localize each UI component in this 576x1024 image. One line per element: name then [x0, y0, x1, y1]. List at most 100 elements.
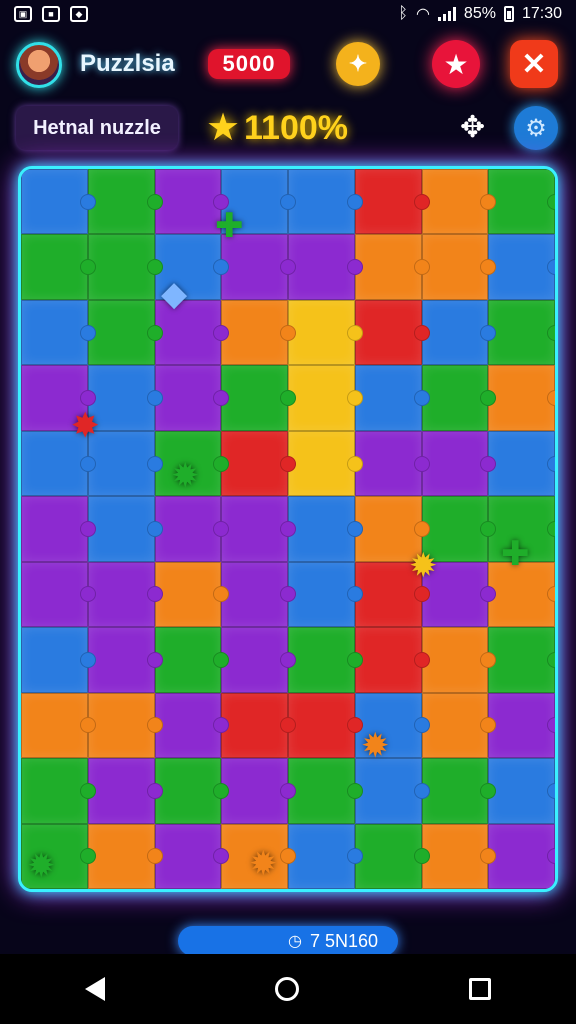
puzzle-piece[interactable]	[87, 169, 163, 235]
puzzle-piece[interactable]	[221, 430, 296, 497]
puzzle-piece[interactable]	[21, 627, 96, 693]
puzzle-piece[interactable]	[21, 496, 96, 562]
loose-puzzle-piece[interactable]: ✚	[501, 537, 530, 571]
puzzle-piece[interactable]	[154, 169, 229, 235]
puzzle-piece[interactable]	[421, 299, 496, 366]
puzzle-piece[interactable]	[87, 496, 163, 562]
lock-icon: ■	[42, 6, 60, 22]
puzzle-piece[interactable]	[421, 758, 496, 824]
puzzle-piece[interactable]	[221, 758, 296, 824]
puzzle-piece[interactable]	[488, 430, 555, 497]
puzzle-piece[interactable]	[288, 627, 363, 693]
app-title: Puzzlsia	[80, 50, 175, 77]
puzzle-piece[interactable]	[21, 299, 96, 366]
home-icon[interactable]	[275, 977, 299, 1001]
puzzle-piece[interactable]	[154, 692, 229, 759]
close-icon: ✕	[521, 47, 547, 81]
puzzle-piece[interactable]	[21, 169, 96, 235]
settings-button[interactable]: ⚙	[514, 106, 558, 150]
puzzle-piece[interactable]	[87, 561, 163, 628]
puzzle-piece[interactable]	[154, 823, 229, 889]
loose-puzzle-piece[interactable]: ◆	[161, 277, 187, 311]
puzzle-piece[interactable]	[21, 561, 96, 628]
puzzle-piece[interactable]	[87, 692, 163, 759]
puzzle-piece[interactable]	[488, 758, 555, 824]
puzzle-piece[interactable]	[154, 365, 229, 431]
puzzle-piece[interactable]	[154, 627, 229, 693]
status-bar: ▣ ■ ◆ ᛒ ◠ 85% 17:30	[0, 0, 576, 28]
puzzle-piece[interactable]	[421, 627, 496, 693]
puzzle-piece[interactable]	[488, 627, 555, 693]
puzzle-piece[interactable]	[288, 758, 363, 824]
puzzle-piece[interactable]	[354, 627, 430, 693]
puzzle-piece[interactable]	[421, 234, 496, 300]
avatar[interactable]	[16, 42, 62, 88]
star-icon: ★	[443, 48, 469, 80]
coin-counter[interactable]: 5000	[208, 49, 290, 79]
puzzle-piece[interactable]	[154, 561, 229, 628]
puzzle-piece[interactable]	[221, 496, 296, 562]
puzzle-piece[interactable]	[288, 299, 363, 366]
puzzle-piece[interactable]	[288, 561, 363, 628]
puzzle-piece[interactable]	[87, 823, 163, 889]
puzzle-piece[interactable]	[288, 823, 363, 889]
puzzle-piece[interactable]	[154, 758, 229, 824]
puzzle-piece[interactable]	[87, 758, 163, 824]
puzzle-piece[interactable]	[221, 299, 296, 366]
close-button[interactable]: ✕	[510, 40, 558, 88]
puzzle-piece[interactable]	[421, 169, 496, 235]
puzzle-piece[interactable]	[21, 758, 96, 824]
puzzle-piece[interactable]	[221, 692, 296, 759]
loose-puzzle-piece[interactable]: ✹	[361, 729, 390, 763]
puzzle-piece[interactable]	[288, 365, 363, 431]
puzzle-board-frame: ✚ ◆ ✸ ✹ ✹ ✚ ✹ ✹ ✹	[18, 166, 558, 892]
bluetooth-icon: ᛒ	[398, 5, 408, 22]
puzzle-piece[interactable]	[221, 627, 296, 693]
puzzle-piece[interactable]	[488, 692, 555, 759]
puzzle-piece[interactable]	[354, 365, 430, 431]
puzzle-piece[interactable]	[421, 692, 496, 759]
puzzle-piece[interactable]	[354, 299, 430, 366]
recents-icon[interactable]	[469, 978, 491, 1000]
puzzle-piece[interactable]	[87, 234, 163, 300]
puzzle-piece[interactable]	[288, 496, 363, 562]
puzzle-piece[interactable]	[488, 234, 555, 300]
puzzle-piece[interactable]	[21, 692, 96, 759]
loose-puzzle-piece[interactable]: ✸	[71, 409, 100, 443]
puzzle-piece[interactable]	[488, 823, 555, 889]
puzzle-piece[interactable]	[21, 234, 96, 300]
puzzle-piece[interactable]	[154, 496, 229, 562]
puzzle-piece[interactable]	[221, 365, 296, 431]
scatter-icon[interactable]: ✥	[460, 112, 485, 144]
puzzle-piece[interactable]	[354, 169, 430, 235]
android-nav-bar	[0, 954, 576, 1024]
puzzle-board[interactable]	[21, 169, 555, 889]
puzzle-piece[interactable]	[288, 234, 363, 300]
puzzle-piece[interactable]	[421, 365, 496, 431]
puzzle-piece[interactable]	[288, 169, 363, 235]
puzzle-piece[interactable]	[488, 299, 555, 366]
puzzle-piece[interactable]	[354, 823, 430, 889]
puzzle-piece[interactable]	[288, 430, 363, 497]
sparkle-icon: ✦	[348, 51, 368, 76]
favorite-button[interactable]: ★	[432, 40, 480, 88]
puzzle-piece[interactable]	[87, 299, 163, 366]
puzzle-piece[interactable]	[421, 430, 496, 497]
puzzle-piece[interactable]	[354, 758, 430, 824]
puzzle-piece[interactable]	[288, 692, 363, 759]
loose-puzzle-piece[interactable]: ✹	[249, 847, 278, 881]
puzzle-piece[interactable]	[354, 234, 430, 300]
loose-puzzle-piece[interactable]: ✹	[409, 549, 438, 583]
loose-puzzle-piece[interactable]: ✹	[171, 459, 200, 493]
puzzle-piece[interactable]	[488, 365, 555, 431]
back-icon[interactable]	[85, 977, 105, 1001]
puzzle-piece[interactable]	[421, 823, 496, 889]
puzzle-piece[interactable]	[354, 430, 430, 497]
hint-button[interactable]: ✦	[336, 42, 380, 86]
puzzle-piece[interactable]	[221, 561, 296, 628]
loose-puzzle-piece[interactable]: ✚	[215, 209, 244, 243]
puzzle-info-bar: Hetnal nuzzle ★ 1100% ✥ ⚙	[16, 106, 560, 152]
loose-puzzle-piece[interactable]: ✹	[27, 849, 56, 883]
puzzle-piece[interactable]	[87, 627, 163, 693]
puzzle-piece[interactable]	[488, 169, 555, 235]
